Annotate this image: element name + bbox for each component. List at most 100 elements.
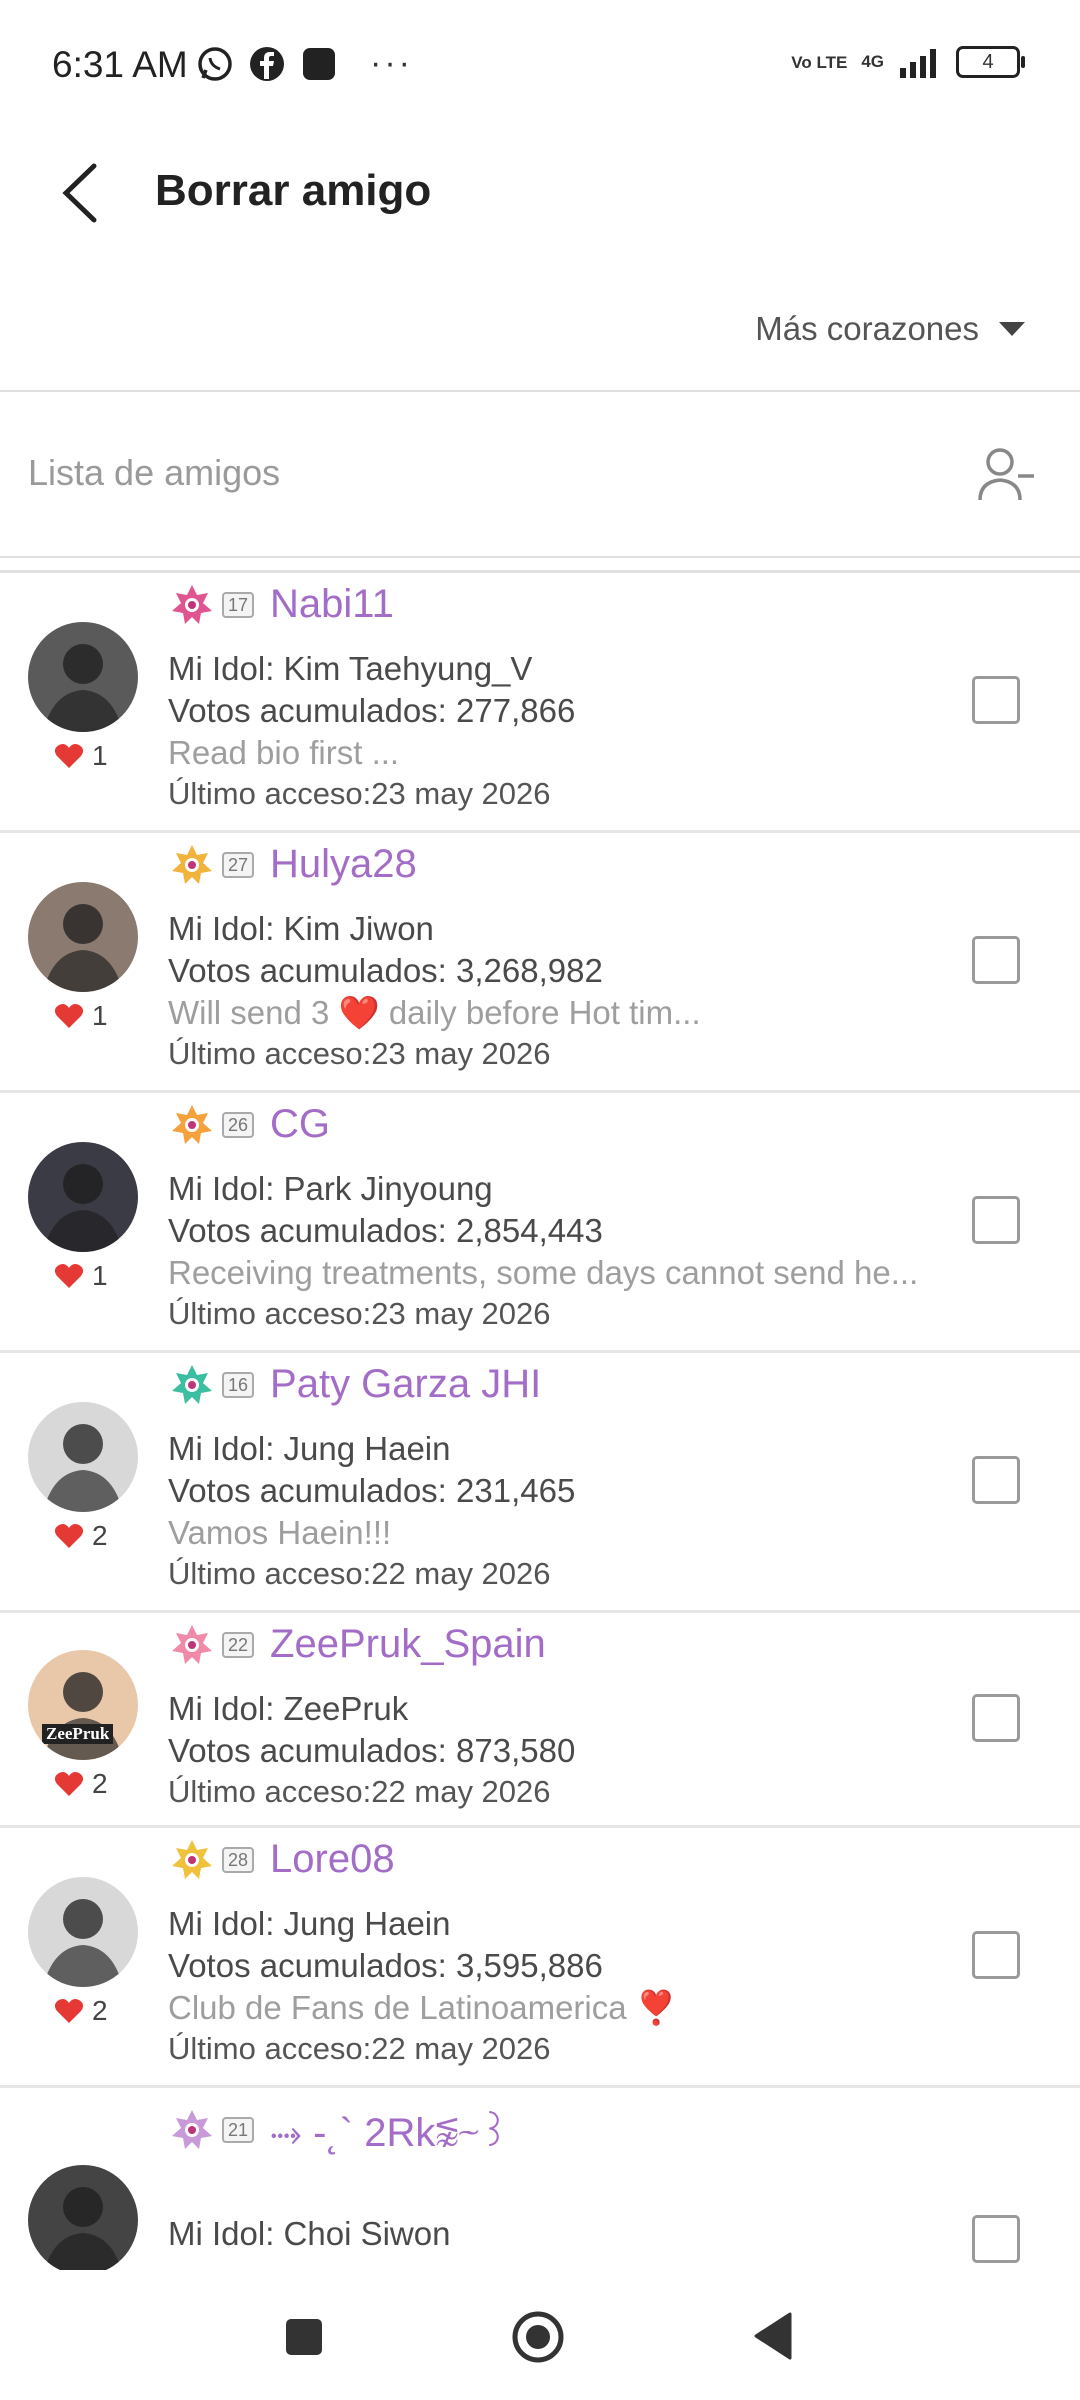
avatar[interactable]	[28, 1142, 138, 1252]
friend-name[interactable]: ZeePruk_Spain	[270, 1622, 546, 1667]
select-checkbox[interactable]	[972, 1196, 1020, 1244]
sort-row: Más corazones	[0, 280, 1080, 390]
level-number: 22	[222, 1631, 255, 1658]
avatar[interactable]	[28, 1402, 138, 1512]
votes-line: Votos acumulados: 231,465	[168, 1472, 576, 1509]
navigation-bar	[0, 2272, 1080, 2400]
name-row: 21 ⤑ -˛` 2Rk⪉⁓꒱	[170, 2103, 510, 2156]
friend-name[interactable]: Paty Garza JHI	[270, 1362, 541, 1407]
heart-count: 1	[54, 1000, 108, 1032]
sort-label: Más corazones	[755, 310, 979, 347]
idol-line: Mi Idol: Kim Jiwon	[168, 910, 434, 947]
avatar-image	[43, 1424, 123, 1512]
heart-icon	[54, 744, 84, 768]
friend-row[interactable]: 1 27 Hulya28 Mi Idol: Kim Jiwon Votos acumul…	[0, 830, 1080, 1093]
select-checkbox[interactable]	[972, 936, 1020, 984]
level-badge-icon	[172, 844, 212, 884]
chevron-down-icon	[999, 322, 1025, 336]
name-row: 26 CG	[170, 1102, 330, 1147]
whatsapp-icon	[198, 46, 232, 81]
app-icon	[303, 47, 335, 80]
signal-icon	[900, 49, 936, 78]
back-button[interactable]	[52, 158, 112, 228]
level-badge-icon	[172, 584, 212, 624]
heart-icon	[54, 1004, 84, 1028]
heart-count-value: 2	[92, 1995, 108, 2026]
friend-row[interactable]: 21 ⤑ -˛` 2Rk⪉⁓꒱ Mi Idol: Choi Siwon	[0, 2085, 1080, 2270]
heart-count-value: 1	[92, 1000, 108, 1031]
friend-name[interactable]: ⤑ -˛` 2Rk⪉⁓꒱	[270, 2103, 510, 2156]
friend-row[interactable]: 1 17 Nabi11 Mi Idol: Kim Taehyung_V Votos ac…	[0, 570, 1080, 833]
recents-button[interactable]	[286, 2319, 322, 2355]
name-row: 17 Nabi11	[170, 582, 394, 627]
divider	[0, 556, 1080, 558]
last-access-line: Último acceso:22 may 2026	[168, 2031, 551, 2066]
avatar-label: ZeePruk	[42, 1724, 114, 1744]
bio-line: Will send 3 ❤️ daily before Hot tim...	[168, 994, 701, 1031]
more-notifications: ···	[370, 44, 413, 82]
home-button[interactable]	[511, 2310, 565, 2364]
avatar[interactable]	[28, 882, 138, 992]
page-title: Borrar amigo	[155, 166, 432, 215]
level-number: 16	[222, 1371, 255, 1398]
notification-icons: ···	[196, 44, 413, 83]
heart-icon	[54, 1264, 84, 1288]
select-checkbox[interactable]	[972, 676, 1020, 724]
friend-row[interactable]: ZeePruk 2 22 ZeePruk_Spain Mi Idol: ZeePruk V…	[0, 1610, 1080, 1828]
select-checkbox[interactable]	[972, 1693, 1020, 1742]
heart-icon	[54, 1999, 84, 2023]
votes-line: Votos acumulados: 873,580	[168, 1732, 576, 1769]
friend-row[interactable]: 2 28 Lore08 Mi Idol: Jung Haein Votos acumul…	[0, 1825, 1080, 2088]
idol-line: Mi Idol: Choi Siwon	[168, 2215, 451, 2252]
last-access-line: Último acceso:22 may 2026	[168, 1774, 551, 1809]
friend-row[interactable]: 1 26 CG Mi Idol: Park Jinyoung Votos acumula…	[0, 1090, 1080, 1353]
avatar[interactable]	[28, 1877, 138, 1987]
idol-line: Mi Idol: Park Jinyoung	[168, 1170, 493, 1207]
select-checkbox[interactable]	[972, 1456, 1020, 1504]
heart-count: 2	[54, 1768, 108, 1800]
friend-name[interactable]: Hulya28	[270, 842, 417, 887]
idol-line: Mi Idol: Kim Taehyung_V	[168, 650, 533, 687]
select-checkbox[interactable]	[972, 1931, 1020, 1979]
heart-count: 1	[54, 1260, 108, 1292]
network-label: 4G	[861, 52, 884, 71]
last-access-line: Último acceso:22 may 2026	[168, 1556, 551, 1591]
heart-count-value: 1	[92, 740, 108, 771]
name-row: 16 Paty Garza JHI	[170, 1362, 541, 1407]
friend-name[interactable]: CG	[270, 1102, 330, 1147]
level-badge-icon	[172, 2109, 212, 2149]
avatar[interactable]	[28, 2165, 138, 2270]
battery-icon: 4	[956, 46, 1025, 78]
level-badge-icon	[172, 1624, 212, 1664]
remove-user-icon[interactable]	[974, 442, 1038, 506]
friend-list-title: Lista de amigos	[28, 452, 281, 493]
avatar[interactable]	[28, 622, 138, 732]
avatar[interactable]: ZeePruk	[28, 1650, 138, 1760]
heart-count-value: 2	[92, 1520, 108, 1551]
friend-name[interactable]: Lore08	[270, 1837, 395, 1882]
friend-row[interactable]: 2 16 Paty Garza JHI Mi Idol: Jung Haein Voto…	[0, 1350, 1080, 1613]
volte-label: Vo LTE	[791, 52, 848, 72]
nav-back-button[interactable]	[752, 2310, 792, 2362]
heart-count: 2	[54, 1520, 108, 1552]
votes-line: Votos acumulados: 277,866	[168, 692, 576, 729]
level-number: 27	[222, 851, 255, 878]
idol-line: Mi Idol: Jung Haein	[168, 1905, 451, 1942]
heart-icon	[54, 1772, 84, 1796]
heart-count: 1	[54, 740, 108, 772]
name-row: 28 Lore08	[170, 1837, 395, 1882]
votes-line: Votos acumulados: 3,268,982	[168, 952, 603, 989]
votes-line: Votos acumulados: 2,854,443	[168, 1212, 603, 1249]
last-access-line: Último acceso:23 may 2026	[168, 1036, 551, 1071]
name-row: 27 Hulya28	[170, 842, 417, 887]
level-number: 26	[222, 1111, 255, 1138]
status-bar: 6:31 AM ··· Vo LTE 4G 4	[0, 0, 1080, 130]
heart-count: 2	[54, 1995, 108, 2027]
bio-line: Club de Fans de Latinoamerica ❣️	[168, 1989, 677, 2026]
bio-line: Read bio first ...	[168, 734, 400, 771]
idol-line: Mi Idol: ZeePruk	[168, 1690, 409, 1727]
avatar-image	[43, 644, 123, 732]
select-checkbox[interactable]	[972, 2215, 1020, 2263]
friend-name[interactable]: Nabi11	[270, 582, 394, 627]
sort-dropdown[interactable]: Más corazones	[755, 310, 1025, 348]
